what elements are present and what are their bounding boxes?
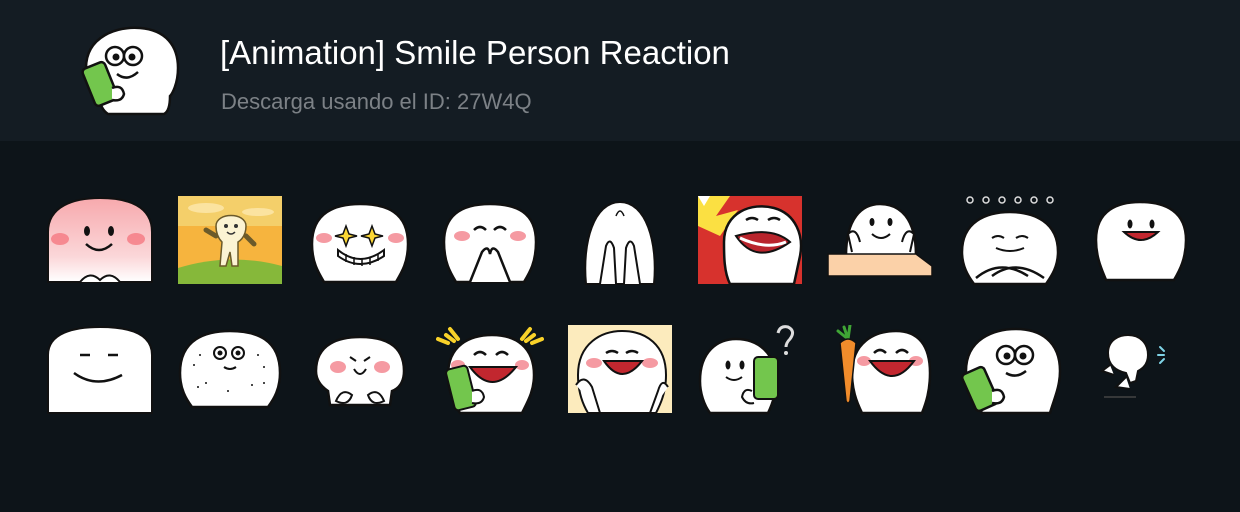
phone-question-mark-sticker[interactable] (696, 325, 804, 417)
shy-small-sticker[interactable] (306, 325, 414, 417)
holding-carrot-sticker[interactable] (826, 325, 934, 417)
laughing-at-phone-sticker[interactable] (436, 325, 544, 417)
hands-covering-face-sticker[interactable] (566, 196, 674, 288)
staring-at-phone-sticker[interactable] (956, 325, 1064, 417)
pack-download-id: Descarga usando el ID: 27W4Q (221, 89, 532, 114)
sticker-grid (0, 141, 1240, 512)
sparkle-eyes-grin-sticker[interactable] (306, 196, 414, 288)
pack-title: [Animation] Smile Person Reaction (220, 34, 730, 71)
blushing-pink-face-sticker[interactable] (46, 196, 154, 288)
arms-crossed-dots-sticker[interactable] (956, 196, 1064, 288)
laughing-burst-red-sticker[interactable] (696, 196, 804, 288)
wide-eyed-dots-sticker[interactable] (176, 325, 284, 417)
dancing-in-field-sticker[interactable] (176, 196, 284, 288)
laughing-yellow-bg-sticker[interactable] (566, 325, 674, 417)
running-away-sticker[interactable] (1086, 325, 1194, 417)
smile-person-phone-icon (81, 26, 180, 116)
pack-header: [Animation] Smile Person Reaction Descar… (0, 0, 1240, 141)
peeking-over-wall-sticker[interactable] (826, 196, 934, 288)
smirk-face-sticker[interactable] (46, 325, 154, 417)
happy-open-mouth-sticker[interactable] (1086, 196, 1194, 288)
hands-over-mouth-sticker[interactable] (436, 196, 544, 288)
